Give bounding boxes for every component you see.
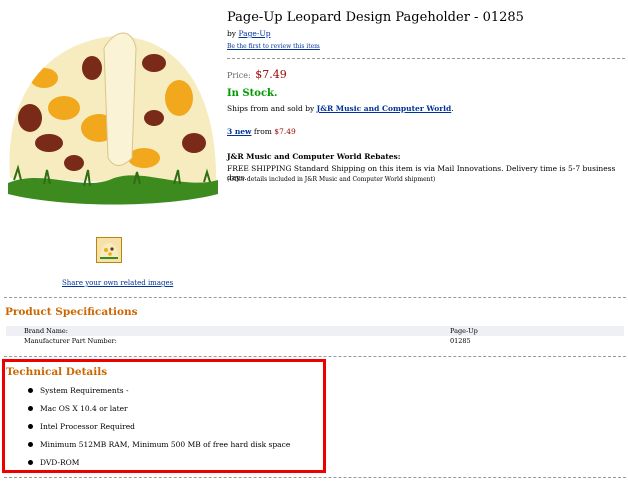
price-label: Price: <box>227 71 251 80</box>
divider <box>227 58 625 59</box>
ships-from: Ships from and sold by J&R Music and Com… <box>227 104 454 113</box>
new-offers-link[interactable]: 3 new <box>227 127 252 136</box>
price-row: Price: $7.49 <box>227 68 287 81</box>
share-images-link[interactable]: Share your own related images <box>62 279 173 287</box>
spec-row: Manufacturer Part Number: 01285 <box>6 336 624 346</box>
new-from-text: from <box>253 127 272 136</box>
spec-label: Brand Name: <box>24 327 68 335</box>
divider <box>4 477 626 478</box>
specs-heading: Product Specifications <box>5 306 138 318</box>
review-link[interactable]: Be the first to review this item <box>227 43 320 50</box>
spec-label: Manufacturer Part Number: <box>24 337 117 345</box>
brand-byline: by Page-Up <box>227 29 271 38</box>
price-value: $7.49 <box>255 68 287 81</box>
spec-value: 01285 <box>450 337 471 345</box>
new-offers: 3 new from $7.49 <box>227 127 296 136</box>
list-item: DVD-ROM <box>27 457 290 475</box>
divider <box>4 356 626 357</box>
thumbnail-image <box>100 243 118 259</box>
list-item: System Requirements - <box>27 385 290 403</box>
stock-status: In Stock. <box>227 88 278 99</box>
spec-value: Page-Up <box>450 327 478 335</box>
ships-period: . <box>451 104 454 113</box>
ships-text: Ships from and sold by <box>227 104 315 113</box>
seller-link[interactable]: J&R Music and Computer World <box>317 104 452 113</box>
product-image[interactable] <box>4 8 222 208</box>
list-item: Minimum 512MB RAM, Minimum 500 MB of fre… <box>27 439 290 457</box>
spec-row: Brand Name: Page-Up <box>6 326 624 336</box>
list-item: Intel Processor Required <box>27 421 290 439</box>
brand-link[interactable]: Page-Up <box>238 29 270 38</box>
specs-table: Brand Name: Page-Up Manufacturer Part Nu… <box>6 326 624 346</box>
product-title: Page-Up Leopard Design Pageholder - 0128… <box>227 10 524 25</box>
rebate-title: J&R Music and Computer World Rebates: <box>227 152 401 161</box>
by-label: by <box>227 29 237 38</box>
product-photo <box>8 32 218 205</box>
list-item: Mac OS X 10.4 or later <box>27 403 290 421</box>
product-thumbnail[interactable] <box>96 237 122 263</box>
tech-heading: Technical Details <box>6 366 108 378</box>
rebate-note: (Offer details included in J&R Music and… <box>227 176 436 183</box>
tech-details-list: System Requirements - Mac OS X 10.4 or l… <box>27 385 290 475</box>
new-from-price: $7.49 <box>274 127 296 136</box>
divider <box>4 297 626 298</box>
